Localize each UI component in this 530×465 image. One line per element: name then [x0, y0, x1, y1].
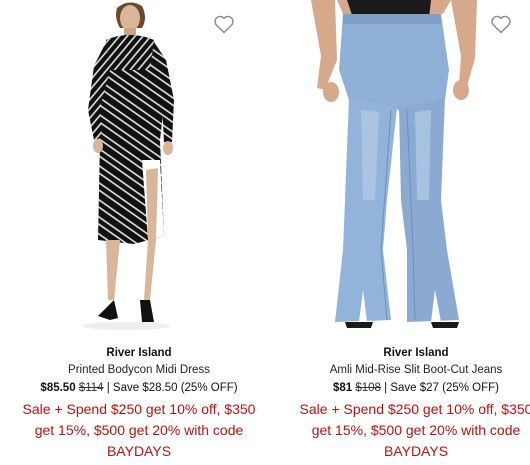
sale-price: $81	[332, 382, 353, 394]
product-image-jeans[interactable]	[291, 0, 530, 336]
sale-price: $85.50	[40, 382, 76, 394]
product-image-dress[interactable]	[14, 0, 264, 336]
product-info: River Island Amli Mid-Rise Slit Boot-Cut…	[291, 345, 530, 462]
savings-text: | Save $28.50 (25% OFF)	[106, 382, 238, 394]
product-price: $81 $108 | Save $27 (25% OFF)	[291, 379, 530, 397]
promo-text: Sale + Spend $250 get 10% off, $350 get …	[14, 399, 264, 462]
promo-line: get 15%, $500 get 20% with code	[34, 422, 244, 438]
product-price: $85.50 $114 | Save $28.50 (25% OFF)	[14, 379, 264, 397]
product-card-dress[interactable]: River Island Printed Bodycon Midi Dress …	[14, 0, 264, 465]
product-info: River Island Printed Bodycon Midi Dress …	[14, 345, 264, 462]
wishlist-heart-icon[interactable]	[212, 12, 236, 36]
product-brand[interactable]: River Island	[291, 345, 530, 361]
original-price: $114	[78, 382, 104, 394]
product-name[interactable]: Printed Bodycon Midi Dress	[14, 361, 264, 379]
savings-text: | Save $27 (25% OFF)	[384, 382, 500, 394]
original-price: $108	[355, 382, 381, 394]
promo-line: Sale + Spend $250 get 10% off, $350	[22, 401, 256, 417]
product-brand[interactable]: River Island	[14, 345, 264, 361]
promo-code: BAYDAYS	[106, 443, 172, 459]
product-grid: River Island Printed Bodycon Midi Dress …	[0, 0, 530, 465]
wishlist-heart-icon[interactable]	[489, 12, 513, 36]
product-card-jeans[interactable]: River Island Amli Mid-Rise Slit Boot-Cut…	[291, 0, 530, 465]
promo-line: get 15%, $500 get 20% with code	[311, 422, 521, 438]
promo-line: Sale + Spend $250 get 10% off, $350	[299, 401, 530, 417]
product-name[interactable]: Amli Mid-Rise Slit Boot-Cut Jeans	[291, 361, 530, 379]
promo-text: Sale + Spend $250 get 10% off, $350 get …	[291, 399, 530, 462]
promo-code: BAYDAYS	[383, 443, 449, 459]
